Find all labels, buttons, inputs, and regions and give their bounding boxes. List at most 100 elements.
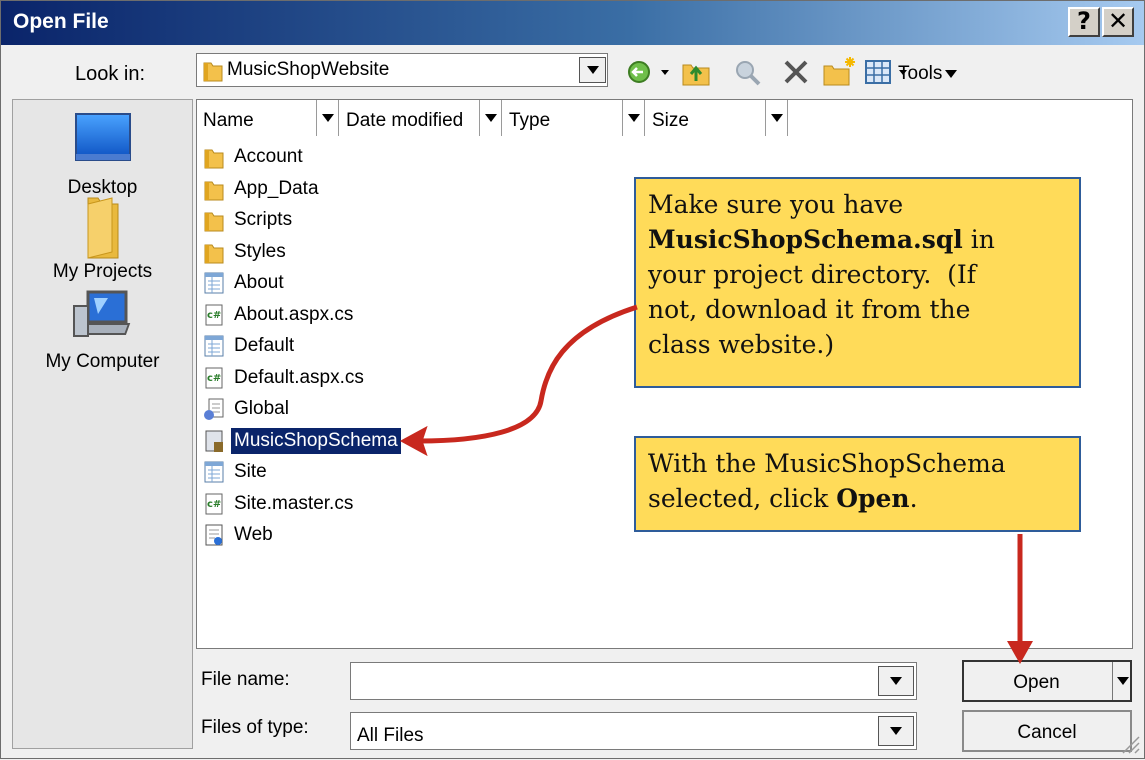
toolbar xyxy=(621,53,1021,91)
look-in-value: MusicShopWebsite xyxy=(227,59,390,80)
file-row[interactable]: Default xyxy=(197,331,597,363)
file-row[interactable]: Styles xyxy=(197,237,597,269)
window-title: Open File xyxy=(13,10,109,33)
folder-icon xyxy=(204,149,224,169)
chevron-down-icon xyxy=(587,66,599,74)
file-row[interactable]: Site xyxy=(197,457,597,489)
open-button-label: Open xyxy=(1013,672,1060,693)
folder-icon xyxy=(204,181,224,200)
callout-line: your project directory. (If xyxy=(648,260,977,289)
callout-text: in xyxy=(962,225,995,254)
help-button[interactable]: ? xyxy=(1068,7,1100,37)
new-folder-icon[interactable] xyxy=(821,53,857,91)
file-row[interactable]: Account xyxy=(197,142,597,174)
file-name: Default.aspx.cs xyxy=(234,366,364,388)
aspx-page-icon xyxy=(204,272,224,294)
file-row[interactable]: c# About.aspx.cs xyxy=(197,300,597,332)
callout-line: selected, click Open. xyxy=(648,481,1067,516)
callout-bold-open: Open xyxy=(836,484,910,513)
open-button[interactable]: Open xyxy=(962,660,1132,702)
folder-icon xyxy=(87,197,118,259)
file-row[interactable]: c# Default.aspx.cs xyxy=(197,363,597,395)
file-name: Account xyxy=(234,146,303,167)
look-in-dropdown[interactable]: MusicShopWebsite xyxy=(196,53,608,87)
column-sort-button[interactable] xyxy=(766,100,788,136)
svg-text:c#: c# xyxy=(207,373,221,384)
chevron-down-icon xyxy=(890,677,902,685)
file-row[interactable]: App_Data xyxy=(197,174,597,206)
callout-bold-filename: MusicShopSchema.sql xyxy=(648,225,963,254)
up-folder-icon[interactable] xyxy=(679,53,713,91)
delete-icon[interactable] xyxy=(779,53,813,91)
svg-text:c#: c# xyxy=(207,499,221,510)
cancel-button[interactable]: Cancel xyxy=(962,710,1132,752)
chevron-down-icon xyxy=(890,727,902,735)
resize-grip-icon[interactable] xyxy=(1119,733,1141,755)
file-name: Styles xyxy=(234,240,286,262)
callout-text: selected, click xyxy=(648,484,837,513)
file-name: Scripts xyxy=(234,209,293,230)
place-label: My Projects xyxy=(52,261,153,282)
column-header-name[interactable]: Name xyxy=(197,100,317,136)
file-row[interactable]: Global xyxy=(197,394,597,426)
callout-line: not, download it from the xyxy=(648,295,971,324)
cancel-button-label: Cancel xyxy=(1017,722,1077,743)
file-row[interactable]: Web xyxy=(197,520,597,552)
column-header-label: Type xyxy=(509,110,551,131)
file-name: Default xyxy=(234,335,295,356)
file-name: About.aspx.cs xyxy=(234,303,354,325)
folder-icon xyxy=(204,244,224,263)
chevron-down-icon xyxy=(628,114,640,122)
column-sort-button[interactable] xyxy=(480,100,502,136)
column-sort-button[interactable] xyxy=(623,100,645,136)
file-type-select[interactable]: All Files xyxy=(350,712,917,750)
file-name-dropdown-arrow[interactable] xyxy=(878,666,914,696)
search-web-icon[interactable] xyxy=(731,53,765,91)
file-name-label: File name: xyxy=(201,669,290,690)
column-headers: Name Date modified Type Size xyxy=(197,100,1132,136)
column-sort-button[interactable] xyxy=(317,100,339,136)
column-header-type[interactable]: Type xyxy=(503,100,623,136)
chevron-down-icon xyxy=(485,114,497,122)
back-icon[interactable] xyxy=(625,53,675,91)
chevron-down-icon xyxy=(771,114,783,122)
file-name: Web xyxy=(234,524,273,545)
file-name: Site.master.cs xyxy=(234,492,354,514)
csharp-file-icon: c# xyxy=(205,304,223,325)
place-my-computer[interactable]: My Computer xyxy=(13,288,192,373)
folder-icon xyxy=(204,212,224,232)
file-row[interactable]: c# Site.master.cs xyxy=(197,489,597,521)
chevron-down-icon xyxy=(322,114,334,122)
file-row[interactable]: MusicShopSchema xyxy=(197,426,597,458)
global-asax-icon xyxy=(204,398,224,420)
file-name: App_Data xyxy=(234,177,319,199)
file-name: Site xyxy=(234,461,267,482)
column-header-label: Size xyxy=(652,110,689,131)
place-my-projects[interactable]: My Projects xyxy=(13,192,192,283)
column-header-date-modified[interactable]: Date modified xyxy=(340,100,480,136)
file-name: Global xyxy=(234,398,289,419)
sql-file-icon xyxy=(205,430,223,452)
close-button[interactable]: ✕ xyxy=(1102,7,1134,37)
look-in-dropdown-arrow[interactable] xyxy=(579,57,606,83)
column-header-size[interactable]: Size xyxy=(646,100,766,136)
place-desktop[interactable]: Desktop xyxy=(13,110,192,199)
computer-icon xyxy=(72,290,130,337)
file-type-dropdown-arrow[interactable] xyxy=(878,716,914,746)
file-row[interactable]: About xyxy=(197,268,597,300)
file-type-value: All Files xyxy=(357,725,424,746)
file-name-input[interactable] xyxy=(355,667,875,695)
file-name-combo[interactable] xyxy=(350,662,917,700)
column-header-label: Date modified xyxy=(346,110,464,131)
callout-line: class website.) xyxy=(648,330,835,359)
file-row[interactable]: Scripts xyxy=(197,205,597,237)
file-type-label: Files of type: xyxy=(201,717,309,738)
place-label: My Computer xyxy=(45,351,160,372)
callout-click-open: With the MusicShopSchema selected, click… xyxy=(634,436,1081,532)
callout-line: With the MusicShopSchema xyxy=(648,449,1006,478)
tools-menu[interactable]: Tools xyxy=(898,63,958,85)
file-name: MusicShopSchema xyxy=(230,426,402,455)
open-options-chevron-icon[interactable] xyxy=(1117,677,1129,685)
web-config-icon xyxy=(205,524,223,546)
callout-text: . xyxy=(909,484,918,513)
